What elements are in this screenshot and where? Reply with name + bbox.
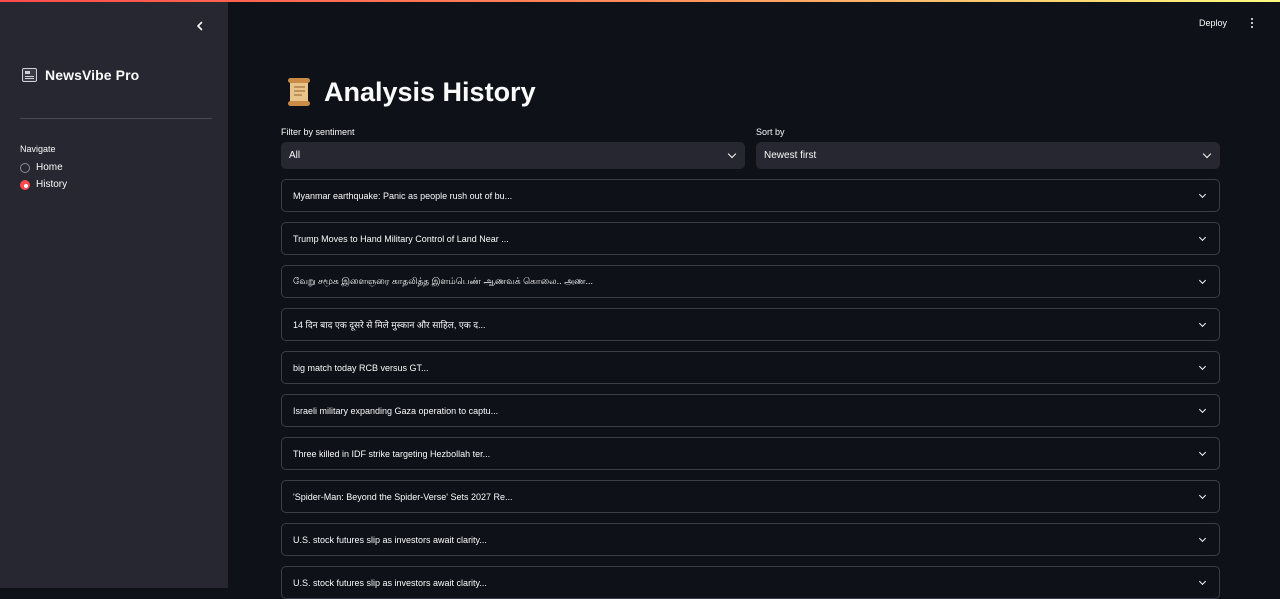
history-expander[interactable]: Myanmar earthquake: Panic as people rush… (281, 179, 1220, 212)
chevron-down-icon (1198, 233, 1207, 241)
select-value: Newest first (764, 150, 817, 161)
radio-checked-icon[interactable] (20, 179, 30, 190)
page-title: Analysis History (284, 76, 536, 108)
history-item-title: Trump Moves to Hand Military Control of … (293, 233, 509, 244)
history-expander[interactable]: Three killed in IDF strike targeting Hez… (281, 437, 1220, 470)
chevron-down-icon (727, 149, 737, 159)
kebab-dot (1251, 18, 1253, 20)
sidebar-divider (20, 118, 212, 119)
navigate-label: Navigate (20, 144, 56, 154)
history-expander[interactable]: Israeli military expanding Gaza operatio… (281, 394, 1220, 427)
history-item-title: Israeli military expanding Gaza operatio… (293, 405, 499, 416)
nav-radio-label: Home (36, 162, 63, 173)
deploy-button[interactable]: Deploy (1199, 18, 1227, 28)
history-expander[interactable]: Trump Moves to Hand Military Control of … (281, 222, 1220, 255)
history-item-title: 14 दिन बाद एक दूसरे से मिले मुस्कान और स… (293, 320, 486, 330)
chevron-down-icon (1198, 491, 1207, 499)
history-item-title: வேறு சமூக இளைஞரை காதலித்த இளம்பெண் ஆணவக்… (293, 275, 594, 286)
main-menu-button[interactable] (1246, 16, 1258, 30)
history-item-title: 'Spider-Man: Beyond the Spider-Verse' Se… (293, 491, 513, 502)
app-title: NewsVibe Pro (45, 67, 140, 83)
history-expander[interactable]: 'Spider-Man: Beyond the Spider-Verse' Se… (281, 480, 1220, 513)
nav-radio-history[interactable]: History (20, 179, 67, 190)
nav-radio-label: History (36, 179, 68, 190)
history-item-title: U.S. stock futures slip as investors awa… (293, 577, 487, 588)
chevron-down-icon (1198, 362, 1207, 370)
chevron-down-icon (1198, 448, 1207, 456)
history-item-title: U.S. stock futures slip as investors awa… (293, 534, 487, 545)
chevron-left-icon (197, 21, 203, 31)
header-decoration-bar (0, 0, 1280, 2)
chevron-down-icon (1198, 405, 1207, 413)
chevron-down-icon (1202, 149, 1212, 159)
sort-select[interactable]: Newest first (756, 142, 1220, 169)
sidebar: NewsVibe Pro Navigate Home History (0, 0, 228, 588)
select-value: All (289, 150, 301, 161)
nav-radio-home[interactable]: Home (20, 162, 63, 173)
chevron-down-icon (1198, 577, 1207, 585)
chevron-down-icon (1198, 534, 1207, 542)
history-expander[interactable]: U.S. stock futures slip as investors awa… (281, 566, 1220, 599)
history-expander[interactable]: big match today RCB versus GT... (281, 351, 1220, 384)
history-expander[interactable]: 14 दिन बाद एक दूसरे से मिले मुस्कान और स… (281, 308, 1220, 341)
collapse-sidebar-button[interactable] (190, 16, 210, 36)
scroll-icon (288, 78, 310, 106)
history-expander[interactable]: வேறு சமூக இளைஞரை காதலித்த இளம்பெண் ஆணவக்… (281, 265, 1220, 298)
newspaper-icon (22, 68, 37, 82)
history-expander[interactable]: U.S. stock futures slip as investors awa… (281, 523, 1220, 556)
filter-label: Filter by sentiment (281, 127, 355, 137)
sentiment-filter-select[interactable]: All (281, 142, 745, 169)
history-item-title: big match today RCB versus GT... (293, 362, 429, 373)
page-heading: Analysis History (324, 76, 536, 107)
history-item-title: Myanmar earthquake: Panic as people rush… (293, 190, 513, 201)
chevron-down-icon (1198, 319, 1207, 327)
radio-unchecked-icon[interactable] (20, 162, 30, 173)
chevron-down-icon (1198, 190, 1207, 198)
kebab-dot (1251, 26, 1253, 28)
kebab-dot (1251, 22, 1253, 24)
history-item-title: Three killed in IDF strike targeting Hez… (293, 448, 491, 459)
chevron-down-icon (1198, 276, 1207, 284)
sidebar-brand: NewsVibe Pro (22, 67, 139, 83)
sort-label: Sort by (756, 127, 785, 137)
